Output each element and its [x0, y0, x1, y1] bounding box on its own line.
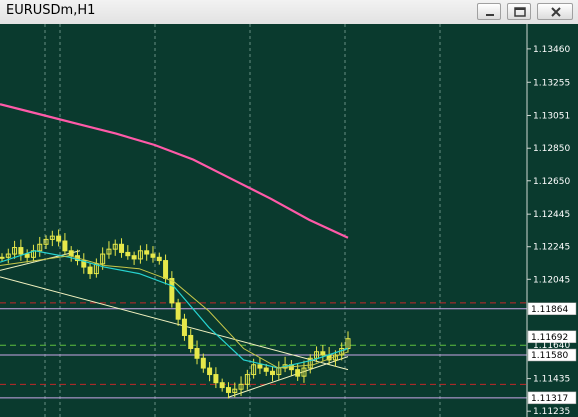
- window-title: EURUSDm,H1: [6, 3, 96, 18]
- title-bar[interactable]: EURUSDm,H1: [0, 0, 578, 25]
- candle-body: [0, 256, 5, 259]
- candle-body: [68, 250, 74, 257]
- candle-body: [56, 235, 62, 242]
- candle-body: [213, 374, 219, 384]
- candle-body: [188, 334, 194, 349]
- candle-body: [131, 255, 137, 260]
- price-tick-label: 1.12650: [533, 177, 570, 187]
- price-marker-label: 1.11317: [531, 394, 568, 404]
- price-tick-label: 1.13460: [533, 45, 570, 55]
- minimize-icon: [486, 14, 494, 16]
- candle-body: [175, 302, 181, 320]
- chart-background: [0, 24, 578, 417]
- candle-body: [181, 318, 187, 336]
- candle-body: [225, 387, 231, 393]
- price-tick-label: 1.11235: [533, 407, 570, 417]
- close-button[interactable]: [537, 3, 573, 20]
- price-tick-label: 1.13255: [533, 78, 570, 88]
- candle-body: [119, 243, 125, 253]
- candle-body: [150, 253, 156, 258]
- price-tick-label: 1.12850: [533, 144, 570, 154]
- candle-body: [163, 260, 169, 279]
- price-tick-label: 1.12245: [533, 243, 570, 253]
- candle-body: [270, 370, 276, 376]
- price-chart[interactable]: 1.13460 1.13255 1.13051 1.12850 1.12650 1.124…: [0, 24, 578, 417]
- maximize-icon: [514, 7, 526, 17]
- candle-body: [125, 251, 131, 257]
- candle-body: [18, 247, 24, 255]
- candle-body: [257, 364, 263, 369]
- price-marker-label: 1.11580: [531, 351, 568, 361]
- price-marker-label: 1.11864: [531, 305, 568, 315]
- candle-body: [207, 367, 213, 376]
- candle-body: [194, 347, 200, 359]
- candle-body: [144, 250, 150, 255]
- close-icon: [551, 7, 561, 17]
- chart-window: EURUSDm,H1 1.13460 1.13255 1.13051 1.12850 1…: [0, 0, 578, 417]
- price-tick-label: 1.12045: [533, 275, 570, 285]
- maximize-button[interactable]: [507, 3, 531, 20]
- candle-body: [295, 369, 301, 377]
- price-tick-label: 1.11435: [533, 375, 570, 385]
- candle-body: [219, 382, 225, 389]
- candle-body: [320, 351, 326, 356]
- candle-body: [156, 256, 162, 262]
- price-axis: 1.13460 1.13255 1.13051 1.12850 1.12650 1.124…: [526, 24, 578, 417]
- candle-body: [263, 367, 269, 372]
- minimize-button[interactable]: [477, 3, 501, 20]
- price-tick-label: 1.13051: [533, 111, 570, 121]
- candle-body: [24, 253, 30, 258]
- candle-body: [169, 277, 175, 304]
- price-tick-label: 1.12445: [533, 210, 570, 220]
- candle-body: [200, 357, 206, 369]
- candle-body: [62, 240, 68, 252]
- candle-body: [87, 266, 93, 275]
